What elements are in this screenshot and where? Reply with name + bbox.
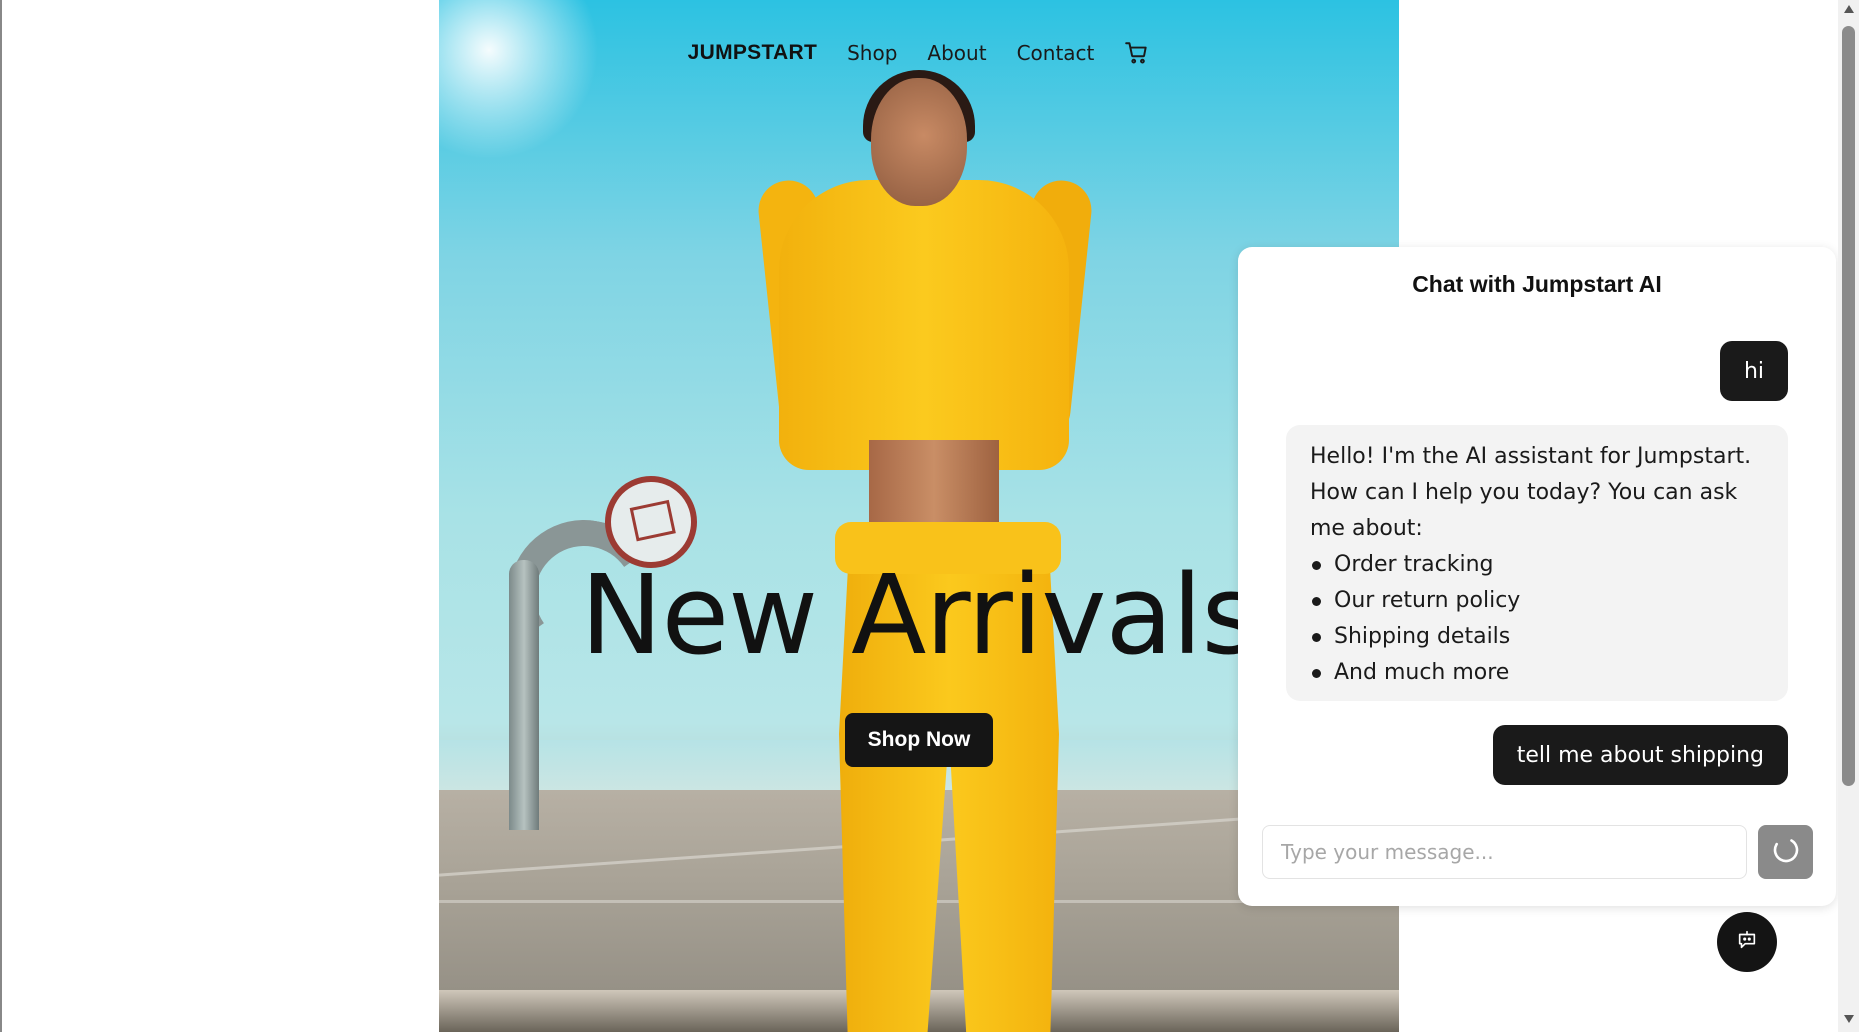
page: JUMPSTART Shop About Contact New Arrival…: [0, 0, 1859, 1032]
send-button[interactable]: [1758, 825, 1813, 879]
chat-toggle-button[interactable]: [1717, 912, 1777, 972]
scrollbar-thumb[interactable]: [1842, 26, 1855, 786]
chat-bot-icon: [1736, 929, 1758, 955]
list-item: Our return policy: [1310, 583, 1764, 619]
scroll-down-arrow-icon[interactable]: [1838, 1014, 1859, 1028]
list-item: Shipping details: [1310, 619, 1764, 655]
assistant-intro: Hello! I'm the AI assistant for Jumpstar…: [1310, 444, 1752, 541]
chat-message-input[interactable]: [1262, 825, 1747, 879]
sun-glare: [439, 0, 599, 160]
window-left-edge: [0, 0, 2, 1032]
list-item: And much more: [1310, 655, 1764, 691]
shop-now-button[interactable]: Shop Now: [845, 713, 993, 767]
page-scrollbar[interactable]: [1838, 0, 1859, 1032]
nav-link-shop[interactable]: Shop: [847, 41, 897, 65]
model-face: [871, 78, 967, 206]
assistant-message: Hello! I'm the AI assistant for Jumpstar…: [1286, 425, 1788, 701]
user-message: tell me about shipping: [1492, 725, 1788, 785]
user-message: hi: [1719, 341, 1788, 401]
list-item: Order tracking: [1310, 547, 1764, 583]
cart-icon[interactable]: [1124, 40, 1150, 66]
chat-panel: Chat with Jumpstart AI hi Hello! I'm the…: [1238, 247, 1836, 906]
scroll-up-arrow-icon[interactable]: [1838, 4, 1859, 18]
nav-link-about[interactable]: About: [927, 41, 986, 65]
brand-logo[interactable]: JUMPSTART: [688, 41, 817, 65]
assistant-topic-list: Order tracking Our return policy Shippin…: [1310, 547, 1764, 691]
yellow-hoodie: [779, 180, 1069, 470]
chat-title: Chat with Jumpstart AI: [1412, 271, 1662, 297]
top-nav: JUMPSTART Shop About Contact: [439, 36, 1399, 70]
nav-link-contact[interactable]: Contact: [1017, 41, 1095, 65]
loading-spinner-icon: [1771, 835, 1801, 869]
